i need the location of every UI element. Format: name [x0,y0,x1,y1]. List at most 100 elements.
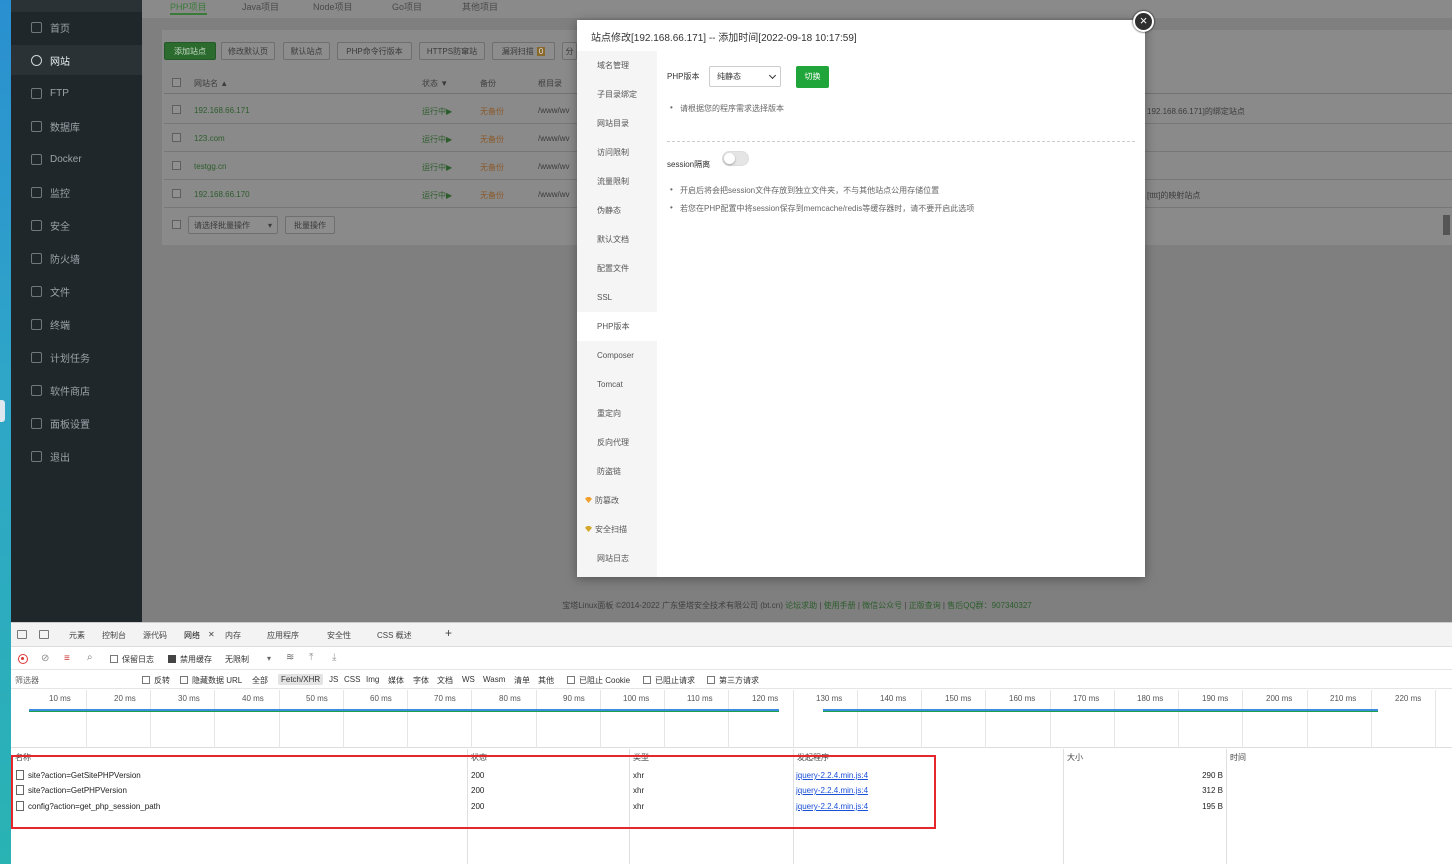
tab-java-project[interactable]: Java项目 [242,0,279,13]
desktop-edge-handle[interactable] [0,400,5,422]
sidebar-item-ftp[interactable]: FTP [11,78,142,108]
throttle-select[interactable]: 无限制 [225,654,249,665]
site-name-link[interactable]: 123.com [194,134,225,143]
batch-action-button[interactable]: 批量操作 [285,216,335,234]
nav-composer[interactable]: Composer [577,341,657,370]
clear-icon[interactable]: ⊘ [41,653,49,664]
batch-select[interactable]: 请选择批量操作 ▾ [188,216,278,234]
select-all-checkbox[interactable] [172,78,181,87]
upload-icon[interactable]: ⤒ [309,652,313,663]
nav-reverse-proxy[interactable]: 反向代理 [577,428,657,457]
filter-manifest[interactable]: 清单 [514,675,530,686]
sidebar-item-monitor[interactable]: 监控 [11,177,142,207]
col-status[interactable]: 状态 ▼ [422,78,448,89]
switch-version-button[interactable]: 切换 [796,66,829,88]
backup-status[interactable]: 无备份 [480,162,504,173]
sidebar-item-website[interactable]: 网站 [11,45,142,75]
backup-status[interactable]: 无备份 [480,190,504,201]
tab-other-project[interactable]: 其他项目 [462,0,498,13]
tab-go-project[interactable]: Go项目 [392,0,422,13]
php-version-select[interactable]: 纯静态 [709,66,781,87]
nav-site-dir[interactable]: 网站目录 [577,109,657,138]
default-site-button[interactable]: 默认站点 [283,42,330,60]
footer-link-verify[interactable]: 正版查询 [909,601,941,610]
network-conditions-icon[interactable]: ≋ [286,652,294,663]
row-checkbox[interactable] [172,105,181,114]
third-party-checkbox[interactable] [707,676,715,684]
nav-access-limit[interactable]: 访问限制 [577,138,657,167]
close-icon[interactable]: × [1133,11,1154,32]
hide-data-url-checkbox[interactable] [180,676,188,684]
nav-traffic-limit[interactable]: 流量限制 [577,167,657,196]
invert-checkbox[interactable] [142,676,150,684]
sidebar-item-files[interactable]: 文件 [11,276,142,306]
sidebar-item-security[interactable]: 安全 [11,210,142,240]
col-site-name[interactable]: 网站名 ▲ [194,78,228,89]
tab-elements[interactable]: 元素 [69,630,85,641]
disable-cache-checkbox[interactable] [168,655,176,663]
sidebar-item-logout[interactable]: 退出 [11,441,142,471]
sidebar-item-settings[interactable]: 面板设置 [11,408,142,438]
filter-input[interactable]: 筛选器 [15,675,39,686]
https-anti-hijack-button[interactable]: HTTPS防窜站 [419,42,485,60]
filter-doc[interactable]: 文档 [437,675,453,686]
row-checkbox[interactable] [172,133,181,142]
filter-icon[interactable]: ≡ [64,653,70,664]
status-running[interactable]: 运行中▶ [422,190,452,201]
root-path[interactable]: /www/wv [538,134,570,143]
filter-wasm[interactable]: Wasm [483,675,505,684]
nav-tomcat[interactable]: Tomcat [577,370,657,399]
blocked-requests-checkbox[interactable] [643,676,651,684]
network-timeline[interactable]: 10 ms 20 ms 30 ms 40 ms 50 ms 60 ms 70 m… [11,690,1452,748]
sidebar-item-database[interactable]: 数据库 [11,111,142,141]
nav-domain[interactable]: 域名管理 [577,51,657,80]
tab-php-project[interactable]: PHP项目 [170,0,207,15]
download-icon[interactable]: ⤓ [332,652,336,663]
filter-fetch-xhr[interactable]: Fetch/XHR [278,674,324,685]
search-icon[interactable]: ⌕ [87,652,93,663]
session-isolation-toggle[interactable] [722,151,749,166]
footer-link-manual[interactable]: 使用手册 [824,601,856,610]
footer-link-forum[interactable]: 论坛求助 [785,601,817,610]
php-cli-version-button[interactable]: PHP命令行版本 [337,42,412,60]
sidebar-item-home[interactable]: 首页 [11,12,142,42]
nav-config-file[interactable]: 配置文件 [577,254,657,283]
tab-css-overview[interactable]: CSS 概述 [377,630,412,641]
nav-site-log[interactable]: 网站日志 [577,544,657,573]
tab-network[interactable]: 网络 [184,630,200,641]
more-button[interactable]: 分 [562,42,577,60]
record-icon[interactable] [18,654,28,664]
nav-php-version[interactable]: PHP版本 [577,312,657,341]
modify-default-page-button[interactable]: 修改默认页 [221,42,275,60]
sidebar-item-store[interactable]: 软件商店 [11,375,142,405]
nav-tamper-proof[interactable]: 防篡改 [577,486,657,515]
nav-security-scan[interactable]: 安全扫描 [577,515,657,544]
vuln-scan-button[interactable]: 漏洞扫描 0 [492,42,555,60]
tab-application[interactable]: 应用程序 [267,630,299,641]
sidebar-item-docker[interactable]: Docker [11,144,142,174]
nav-redirect[interactable]: 重定向 [577,399,657,428]
footer-link-wechat[interactable]: 微信公众号 [862,601,902,610]
site-name-link[interactable]: 192.168.66.171 [194,106,250,115]
batch-checkbox[interactable] [172,220,181,229]
inspect-icon[interactable] [17,630,27,639]
filter-media[interactable]: 媒体 [388,675,404,686]
nav-hotlink[interactable]: 防盗链 [577,457,657,486]
filter-js[interactable]: JS [329,675,338,684]
nav-default-doc[interactable]: 默认文档 [577,225,657,254]
footer-link-qq[interactable]: 售后QQ群：907340327 [947,601,1032,610]
device-toolbar-icon[interactable] [39,630,49,639]
root-path[interactable]: /www/wv [538,162,570,171]
sidebar-item-cron[interactable]: 计划任务 [11,342,142,372]
filter-all[interactable]: 全部 [252,675,268,686]
col-size[interactable]: 大小 [1067,752,1083,763]
site-name-link[interactable]: testgg.cn [194,162,226,171]
nav-ssl[interactable]: SSL [577,283,657,312]
row-checkbox[interactable] [172,189,181,198]
sidebar-item-firewall[interactable]: 防火墙 [11,243,142,273]
col-time[interactable]: 时间 [1230,752,1246,763]
filter-other[interactable]: 其他 [538,675,554,686]
nav-subdir[interactable]: 子目录绑定 [577,80,657,109]
preserve-log-checkbox[interactable] [110,655,118,663]
filter-font[interactable]: 字体 [413,675,429,686]
